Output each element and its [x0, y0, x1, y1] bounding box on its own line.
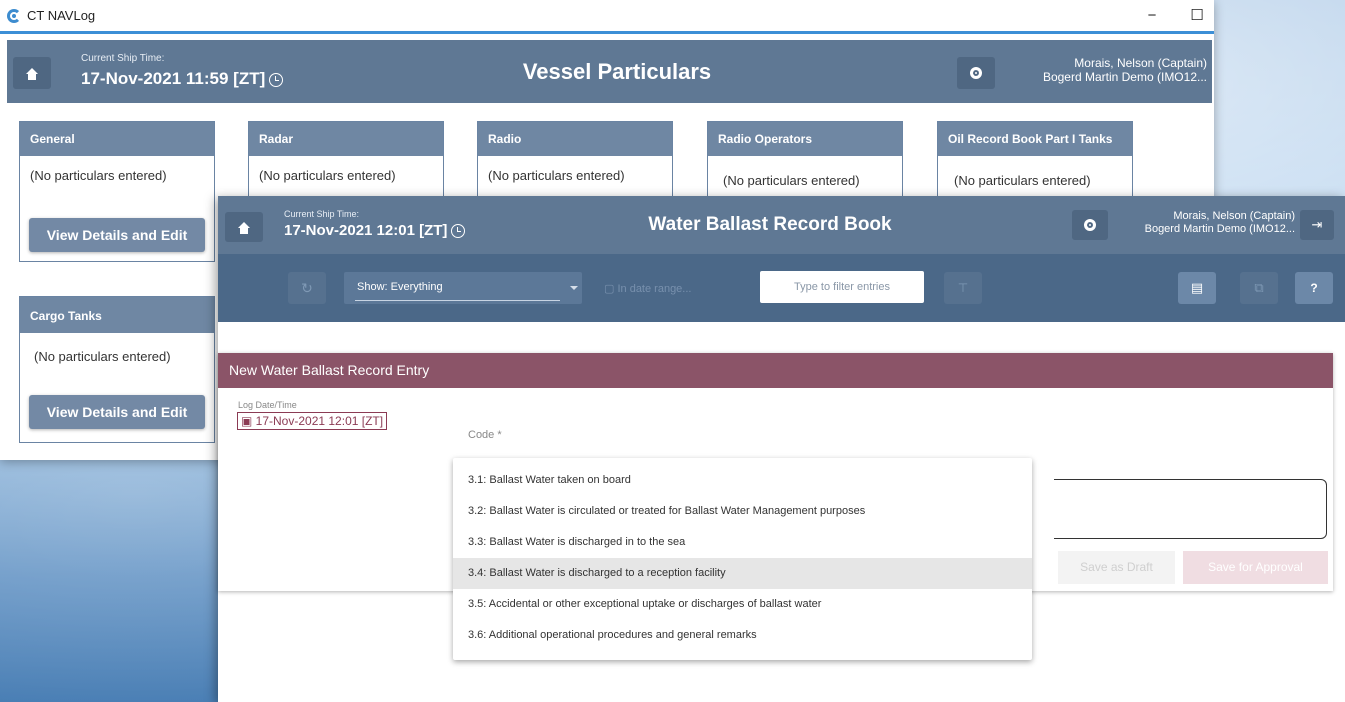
save-as-draft-button[interactable]: Save as Draft — [1058, 551, 1175, 584]
card-radar: Radar (No particulars entered) — [248, 121, 444, 201]
remarks-textarea[interactable] — [1054, 479, 1327, 539]
card-oil-record-book-tanks: Oil Record Book Part I Tanks (No particu… — [937, 121, 1133, 201]
logout-icon: ⇥ — [1311, 217, 1323, 232]
home-icon — [26, 68, 38, 80]
calendar-icon: ▢ — [604, 283, 615, 295]
user-info: Morais, Nelson (Captain) Bogerd Martin D… — [1114, 210, 1295, 236]
code-option-3-1[interactable]: 3.1: Ballast Water taken on board — [453, 465, 1032, 496]
ship-time-label: Current Ship Time: — [284, 209, 360, 219]
save-for-approval-button[interactable]: Save for Approval — [1183, 551, 1328, 584]
code-option-3-6[interactable]: 3.6: Additional operational procedures a… — [453, 620, 1032, 651]
date-range-picker[interactable]: ▢ In date range... — [604, 282, 691, 295]
user-name: Morais, Nelson (Captain) — [1074, 56, 1207, 70]
view-details-edit-button[interactable]: View Details and Edit — [29, 218, 205, 252]
app-logo-icon — [7, 9, 21, 23]
filter-entries-input[interactable]: Type to filter entries — [760, 271, 924, 303]
log-datetime-label: Log Date/Time — [238, 400, 297, 410]
filter-toolbar: ↻ Show: Everything ▢ In date range... Ty… — [218, 254, 1345, 322]
card-body: (No particulars entered) — [488, 168, 625, 183]
home-button[interactable] — [225, 212, 263, 242]
copy-icon: ⧉ — [1254, 280, 1264, 295]
card-general: General (No particulars entered) View De… — [19, 121, 215, 262]
card-title: General — [20, 122, 214, 156]
select-underline — [355, 300, 560, 301]
page-title: Water Ballast Record Book — [648, 214, 892, 235]
date-range-text: In date range... — [617, 283, 692, 295]
logout-button[interactable]: ⇥ — [1300, 210, 1334, 240]
refresh-button[interactable]: ↻ — [288, 272, 326, 304]
copy-button[interactable]: ⧉ — [1240, 272, 1278, 304]
maximize-icon[interactable]: ☐ — [1185, 4, 1209, 28]
code-option-3-5[interactable]: 3.5: Accidental or other exceptional upt… — [453, 589, 1032, 620]
card-title: Radio — [478, 122, 672, 156]
settings-button[interactable] — [957, 57, 995, 89]
card-title: Radar — [249, 122, 443, 156]
printer-icon: ▤ — [1190, 280, 1204, 295]
home-button[interactable] — [13, 57, 51, 89]
settings-button[interactable] — [1072, 210, 1108, 240]
window-titlebar: CT NAVLog − ☐ — [0, 0, 1214, 34]
card-radio: Radio (No particulars entered) — [477, 121, 673, 201]
window-title: CT NAVLog — [27, 8, 96, 23]
code-option-3-4[interactable]: 3.4: Ballast Water is discharged to a re… — [453, 558, 1032, 589]
card-body: (No particulars entered) — [30, 168, 167, 183]
view-details-edit-button[interactable]: View Details and Edit — [29, 395, 205, 429]
calendar-icon: ▣ — [241, 414, 256, 428]
ship-time-value: 17-Nov-2021 11:59 [ZT] — [81, 69, 284, 89]
help-icon: ? — [1310, 281, 1318, 295]
home-icon — [238, 222, 250, 234]
minimize-icon[interactable]: − — [1140, 4, 1164, 28]
clear-filter-button[interactable]: ⊤ — [944, 272, 982, 304]
user-name: Morais, Nelson (Captain) — [1173, 210, 1295, 222]
ship-time-value: 17-Nov-2021 12:01 [ZT] — [284, 222, 466, 239]
code-field-label: Code * — [468, 429, 502, 441]
entry-panel-title: New Water Ballast Record Entry — [218, 353, 1333, 388]
card-body: (No particulars entered) — [723, 173, 860, 188]
app-header: Current Ship Time: 17-Nov-2021 11:59 [ZT… — [7, 40, 1212, 103]
user-info: Morais, Nelson (Captain) Bogerd Martin D… — [1007, 56, 1207, 84]
refresh-icon: ↻ — [301, 280, 313, 296]
vessel-name: Bogerd Martin Demo (IMO12... — [1042, 70, 1207, 84]
filter-clear-icon: ⊤ — [957, 281, 969, 295]
card-body: (No particulars entered) — [259, 168, 396, 183]
ship-time-label: Current Ship Time: — [81, 53, 165, 64]
gear-icon — [970, 67, 982, 79]
clock-icon[interactable] — [451, 224, 466, 239]
code-dropdown-menu: 3.1: Ballast Water taken on board 3.2: B… — [453, 458, 1032, 660]
card-title: Cargo Tanks — [20, 297, 214, 333]
card-radio-operators: Radio Operators (No particulars entered) — [707, 121, 903, 201]
chevron-down-icon — [570, 286, 578, 290]
card-body: (No particulars entered) — [954, 173, 1091, 188]
log-datetime-field[interactable]: ▣ 17-Nov-2021 12:01 [ZT] — [237, 412, 388, 430]
help-button[interactable]: ? — [1295, 272, 1333, 304]
app-header: Current Ship Time: 17-Nov-2021 12:01 [ZT… — [218, 196, 1345, 254]
card-cargo-tanks: Cargo Tanks (No particulars entered) Vie… — [19, 296, 215, 443]
vessel-name: Bogerd Martin Demo (IMO12... — [1144, 223, 1295, 235]
code-option-3-2[interactable]: 3.2: Ballast Water is circulated or trea… — [453, 496, 1032, 527]
card-title: Radio Operators — [708, 122, 902, 156]
gear-icon — [1084, 219, 1096, 231]
code-option-3-3[interactable]: 3.3: Ballast Water is discharged in to t… — [453, 527, 1032, 558]
print-button[interactable]: ▤ — [1178, 272, 1216, 304]
clock-icon[interactable] — [269, 72, 284, 87]
show-filter-value: Show: Everything — [357, 281, 443, 293]
show-filter-select[interactable]: Show: Everything — [344, 272, 582, 304]
card-body: (No particulars entered) — [34, 349, 171, 364]
card-title: Oil Record Book Part I Tanks — [938, 122, 1132, 156]
page-title: Vessel Particulars — [522, 59, 712, 84]
